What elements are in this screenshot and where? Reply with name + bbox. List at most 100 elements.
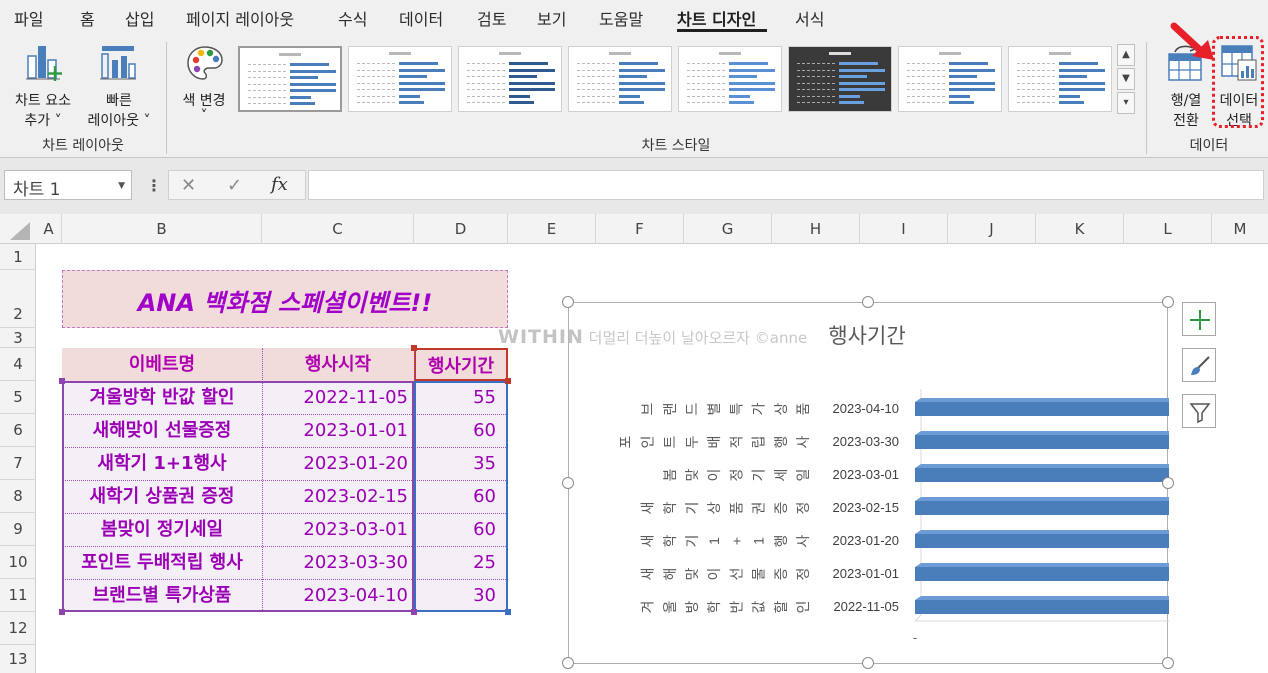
quick-layout-button[interactable]: 빠른 레이아웃 ˅ bbox=[80, 40, 158, 129]
column-header-b[interactable]: B bbox=[62, 214, 262, 244]
chart-resize-handle[interactable] bbox=[1162, 296, 1174, 308]
range-corner-handle[interactable] bbox=[411, 345, 417, 351]
chart-style-thumbnail[interactable] bbox=[348, 46, 452, 112]
chart-style-thumbnail[interactable] bbox=[458, 46, 562, 112]
column-header-d[interactable]: D bbox=[414, 214, 508, 244]
cancel-icon[interactable]: ✕ bbox=[181, 175, 196, 196]
change-colors-button[interactable]: 색 변경 ˅ bbox=[174, 40, 234, 128]
chart-elements-button[interactable] bbox=[1182, 302, 1216, 336]
add-chart-element-button[interactable]: 차트 요소 추가 ˅ bbox=[8, 40, 78, 129]
gallery-expand-button[interactable]: ▾ bbox=[1117, 92, 1135, 114]
column-header-a[interactable]: A bbox=[36, 214, 62, 244]
column-header-j[interactable]: J bbox=[948, 214, 1036, 244]
row-header-9[interactable]: 9 bbox=[0, 513, 36, 546]
column-header-m[interactable]: M bbox=[1212, 214, 1268, 244]
name-box[interactable]: 차트 1 ▼ bbox=[4, 170, 132, 200]
chart-resize-handle[interactable] bbox=[1162, 477, 1174, 489]
thumbnail-bar bbox=[1059, 81, 1105, 85]
chart-resize-handle[interactable] bbox=[1162, 657, 1174, 669]
chart-style-thumbnail[interactable] bbox=[238, 46, 342, 112]
row-header-1[interactable]: 1 bbox=[0, 244, 36, 270]
tab-home[interactable]: 홈 bbox=[80, 6, 95, 30]
table-header-days[interactable]: 행사기간 bbox=[414, 348, 508, 381]
table-header-name[interactable]: 이베트명 bbox=[62, 348, 262, 381]
chart-styles-button[interactable] bbox=[1182, 348, 1216, 382]
category-date-label: 2023-04-10 bbox=[833, 401, 900, 416]
column-header-c[interactable]: C bbox=[262, 214, 414, 244]
category-name-char: 학 bbox=[662, 501, 678, 514]
chart-resize-handle[interactable] bbox=[862, 657, 874, 669]
gallery-scroll-up-button[interactable]: ▲ bbox=[1117, 44, 1135, 66]
range-corner-handle[interactable] bbox=[411, 609, 417, 615]
chart-area[interactable]: 행사기간-1020304050602022-11-05겨울방학반값할인2023-… bbox=[568, 302, 1169, 664]
row-header-13[interactable]: 13 bbox=[0, 645, 36, 673]
row-header-8[interactable]: 8 bbox=[0, 480, 36, 513]
tab-file[interactable]: 파일 bbox=[14, 6, 43, 30]
category-name-char: 방 bbox=[684, 600, 700, 613]
tab-view[interactable]: 보기 bbox=[537, 6, 566, 30]
chart-style-thumbnail[interactable] bbox=[1008, 46, 1112, 112]
column-header-h[interactable]: H bbox=[772, 214, 860, 244]
range-corner-handle[interactable] bbox=[505, 378, 511, 384]
tab-help[interactable]: 도움말 bbox=[599, 6, 643, 30]
column-header-f[interactable]: F bbox=[596, 214, 684, 244]
chart-resize-handle[interactable] bbox=[562, 657, 574, 669]
tab-formulas[interactable]: 수식 bbox=[338, 6, 367, 30]
column-header-k[interactable]: K bbox=[1036, 214, 1124, 244]
row-header-3[interactable]: 3 bbox=[0, 328, 36, 348]
thumbnail-label bbox=[357, 95, 395, 99]
range-corner-handle[interactable] bbox=[59, 609, 65, 615]
category-name-char: 행 bbox=[773, 436, 789, 449]
column-header-l[interactable]: L bbox=[1124, 214, 1212, 244]
chart-resize-handle[interactable] bbox=[562, 296, 574, 308]
tab-insert[interactable]: 삽입 bbox=[125, 6, 154, 30]
thumbnail-bar bbox=[399, 62, 438, 65]
insert-function-icon[interactable]: fx bbox=[271, 174, 288, 195]
category-name-char: 상 bbox=[773, 402, 789, 415]
gallery-scroll-down-button[interactable]: ▼ bbox=[1117, 68, 1135, 90]
column-header-g[interactable]: G bbox=[684, 214, 772, 244]
chart-style-thumbnail[interactable] bbox=[678, 46, 782, 112]
tab-format[interactable]: 서식 bbox=[795, 6, 824, 30]
tab-chart-design[interactable]: 차트 디자인 bbox=[677, 6, 756, 30]
row-header-bar: 1 2 3 4 5 6 7 8 9 10 11 12 13 bbox=[0, 244, 36, 673]
row-header-6[interactable]: 6 bbox=[0, 414, 36, 447]
chart-filters-button[interactable] bbox=[1182, 394, 1216, 428]
thumbnail-label bbox=[687, 82, 725, 86]
tab-data[interactable]: 데이터 bbox=[399, 6, 443, 30]
chart-resize-handle[interactable] bbox=[562, 477, 574, 489]
tab-page-layout[interactable]: 페이지 레이아웃 bbox=[186, 6, 294, 30]
row-header-11[interactable]: 11 bbox=[0, 579, 36, 612]
more-options-icon[interactable]: ⋮ bbox=[146, 176, 162, 195]
thumbnail-label bbox=[687, 76, 725, 79]
column-header-e[interactable]: E bbox=[508, 214, 596, 244]
thumbnail-label bbox=[577, 69, 615, 73]
thumbnail-title bbox=[939, 52, 961, 55]
chart-style-thumbnail[interactable] bbox=[898, 46, 1002, 112]
chart-resize-handle[interactable] bbox=[862, 296, 874, 308]
thumbnail-label bbox=[357, 76, 395, 79]
enter-icon[interactable]: ✓ bbox=[227, 175, 242, 196]
category-name-char: 기 bbox=[684, 535, 700, 548]
row-header-5[interactable]: 5 bbox=[0, 381, 36, 414]
row-header-2[interactable]: 2 bbox=[0, 270, 36, 328]
range-corner-handle[interactable] bbox=[505, 609, 511, 615]
watermark-brand: WITHIN bbox=[498, 326, 584, 348]
chevron-down-icon[interactable]: ▼ bbox=[118, 181, 125, 191]
title-cell[interactable]: ANA 백화점 스페셜이벤트!! bbox=[62, 270, 508, 328]
tab-review[interactable]: 검토 bbox=[477, 6, 506, 30]
row-header-7[interactable]: 7 bbox=[0, 447, 36, 480]
chart-style-thumbnail[interactable] bbox=[568, 46, 672, 112]
row-header-4[interactable]: 4 bbox=[0, 348, 36, 381]
chart-style-thumbnail[interactable] bbox=[788, 46, 892, 112]
row-header-12[interactable]: 12 bbox=[0, 612, 36, 645]
column-header-i[interactable]: I bbox=[860, 214, 948, 244]
row-header-10[interactable]: 10 bbox=[0, 546, 36, 579]
formula-input[interactable] bbox=[308, 170, 1264, 200]
chart-title: 행사기간 bbox=[828, 325, 905, 348]
table-header-start[interactable]: 행사시작 bbox=[262, 348, 414, 381]
thumbnail-label bbox=[357, 82, 395, 86]
select-all-icon[interactable] bbox=[8, 222, 32, 242]
ribbon: 차트 요소 추가 ˅ 빠른 레이아웃 ˅ 차트 레이아웃 색 변경 ˅ ▲ ▼ … bbox=[0, 34, 1268, 158]
range-corner-handle[interactable] bbox=[59, 378, 65, 384]
